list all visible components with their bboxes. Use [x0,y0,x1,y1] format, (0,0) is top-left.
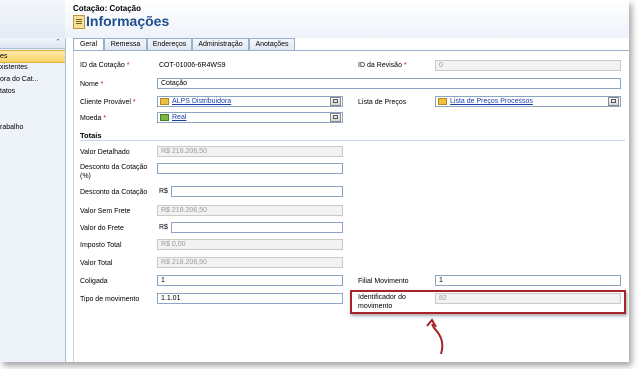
sidebar-collapse-toggle[interactable]: ⌃ [0,38,65,49]
lista-precos-label: Lista de Preços [358,99,407,106]
lookup-button[interactable] [608,97,619,106]
id-cotacao-label: ID da Cotação * [80,62,130,69]
sidebar-item-contatos[interactable]: tatos [0,86,65,97]
valor-frete-currency: R$ [159,224,168,231]
imposto-label: Imposto Total [80,242,122,249]
cliente-lookup[interactable]: ALPS Distribuidora [157,96,343,107]
currency-icon [160,114,169,121]
breadcrumb: Cotação: Cotação [73,4,142,13]
id-cotacao-value: COT-01006-6R4WS9 [159,62,226,69]
valor-sem-frete-field: R$ 218.206,50 [157,205,343,216]
tipo-movimento-input[interactable]: 1.1.01 [157,293,343,304]
id-revisao-label: ID da Revisão * [358,62,407,69]
highlight-box [350,290,626,314]
lista-precos-link[interactable]: Lista de Preços Processos [450,97,533,106]
lookup-button[interactable] [330,97,341,106]
sidebar-item-catalogo[interactable]: ora do Cat... [0,74,65,85]
section-divider [80,140,625,141]
cliente-link[interactable]: ALPS Distribuidora [172,97,231,106]
filial-label: Filial Movimento [358,278,409,285]
account-icon [160,98,169,105]
valor-frete-label: Valor do Frete [80,225,124,232]
totais-section-title: Totais [80,131,102,140]
coligada-label: Coligada [80,278,108,285]
tab-remessa[interactable]: Remessa [104,38,147,50]
form-header: Cotação: Cotação Informações [65,0,629,38]
sidebar-item-trabalho[interactable]: rabalho [0,122,65,133]
valor-total-label: Valor Total [80,260,113,267]
nome-input[interactable]: Cotação [157,78,621,89]
annotation-arrow-icon [426,318,444,355]
double-chevron-up-icon[interactable]: ⌃ [55,38,61,46]
price-list-icon [438,98,447,105]
application-window: ⌃ es xistentes ora do Cat... tatos rabal… [0,0,629,362]
sidebar-item-existentes[interactable]: xistentes [0,62,65,73]
desconto-label: Desconto da Cotação [80,189,148,196]
lookup-button[interactable] [330,113,341,122]
valor-detalhado-label: Valor Detalhado [80,149,130,156]
desconto-pct-label: Desconto da Cotação (%) [80,164,148,180]
lista-precos-lookup[interactable]: Lista de Preços Processos [435,96,621,107]
desconto-input[interactable] [171,186,343,197]
moeda-link[interactable]: Real [172,113,186,122]
moeda-lookup[interactable]: Real [157,112,343,123]
id-revisao-field: 0 [435,60,621,71]
desconto-currency: R$ [159,188,168,195]
valor-total-field: R$ 218.206,50 [157,257,343,268]
page-title: Informações [86,13,170,29]
tab-administracao[interactable]: Administração [192,38,249,50]
valor-sem-frete-label: Valor Sem Frete [80,208,131,215]
cliente-label: Cliente Provável * [80,99,136,106]
valor-frete-input[interactable] [171,222,343,233]
valor-detalhado-field: R$ 218.206,50 [157,146,343,157]
filial-input[interactable]: 1 [435,275,621,286]
form-notepad-icon [73,15,85,29]
nome-label: Nome * [80,81,104,88]
sidebar: ⌃ es xistentes ora do Cat... tatos rabal… [0,0,66,362]
desconto-pct-input[interactable] [157,163,343,174]
tab-enderecos[interactable]: Endereços [147,38,192,50]
imposto-field: R$ 0,00 [157,239,343,250]
tab-anotacoes[interactable]: Anotações [249,38,295,50]
sidebar-header [0,0,65,38]
tipo-movimento-label: Tipo de movimento [80,296,140,303]
moeda-label: Moeda * [80,115,107,122]
coligada-input[interactable]: 1 [157,275,343,286]
